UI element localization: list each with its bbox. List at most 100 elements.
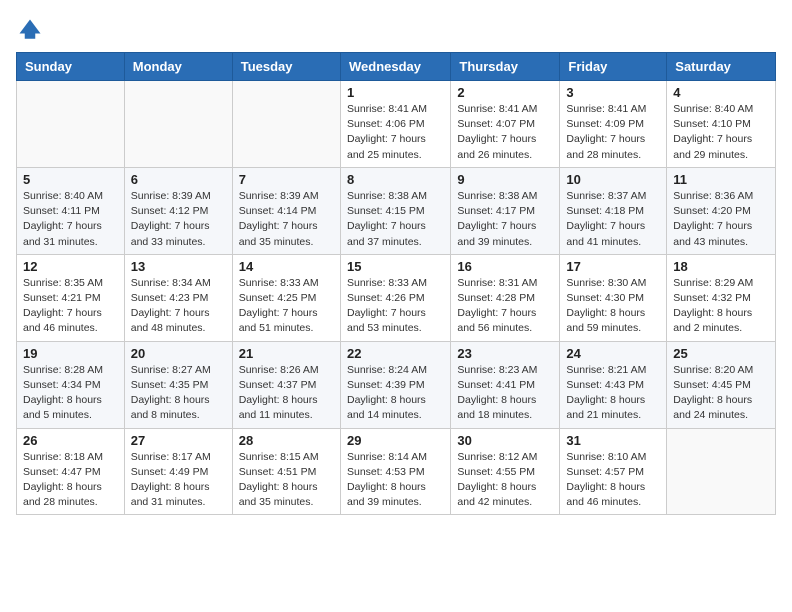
day-cell-30: 30 Sunrise: 8:12 AM Sunset: 4:55 PM Dayli…	[451, 428, 560, 515]
day-number: 5	[23, 172, 118, 187]
day-number: 21	[239, 346, 334, 361]
day-info: Sunrise: 8:39 AM Sunset: 4:14 PM Dayligh…	[239, 189, 334, 250]
day-number: 29	[347, 433, 444, 448]
day-info: Sunrise: 8:34 AM Sunset: 4:23 PM Dayligh…	[131, 276, 226, 337]
day-cell-11: 11Sunrise: 8:36 AM Sunset: 4:20 PM Dayli…	[667, 167, 776, 254]
day-number: 31	[566, 433, 660, 448]
day-info: Sunrise: 8:37 AM Sunset: 4:18 PM Dayligh…	[566, 189, 660, 250]
day-number: 12	[23, 259, 118, 274]
day-cell-27: 27 Sunrise: 8:17 AM Sunset: 4:49 PM Dayli…	[124, 428, 232, 515]
weekday-header-friday: Friday	[560, 53, 667, 81]
day-number: 24	[566, 346, 660, 361]
day-info: Sunrise: 8:35 AM Sunset: 4:21 PM Dayligh…	[23, 276, 118, 337]
day-info: Sunrise: 8:26 AM Sunset: 4:37 PM Dayligh…	[239, 363, 334, 424]
day-number: 17	[566, 259, 660, 274]
day-cell-20: 20 Sunrise: 8:27 AM Sunset: 4:35 PM Dayli…	[124, 341, 232, 428]
day-info: Sunrise: 8:12 AM Sunset: 4:55 PM Dayligh…	[457, 450, 553, 511]
day-info: Sunrise: 8:30 AM Sunset: 4:30 PM Dayligh…	[566, 276, 660, 337]
weekday-header-saturday: Saturday	[667, 53, 776, 81]
day-info: Sunrise: 8:27 AM Sunset: 4:35 PM Dayligh…	[131, 363, 226, 424]
day-info: Sunrise: 8:14 AM Sunset: 4:53 PM Dayligh…	[347, 450, 444, 511]
day-number: 20	[131, 346, 226, 361]
day-cell-21: 21 Sunrise: 8:26 AM Sunset: 4:37 PM Dayli…	[232, 341, 340, 428]
day-cell-29: 29 Sunrise: 8:14 AM Sunset: 4:53 PM Dayli…	[340, 428, 450, 515]
day-info: Sunrise: 8:17 AM Sunset: 4:49 PM Dayligh…	[131, 450, 226, 511]
empty-cell	[667, 428, 776, 515]
day-number: 4	[673, 85, 769, 100]
day-number: 10	[566, 172, 660, 187]
day-cell-23: 23 Sunrise: 8:23 AM Sunset: 4:41 PM Dayli…	[451, 341, 560, 428]
day-number: 23	[457, 346, 553, 361]
day-number: 14	[239, 259, 334, 274]
day-cell-10: 10 Sunrise: 8:37 AM Sunset: 4:18 PM Dayli…	[560, 167, 667, 254]
day-cell-16: 16 Sunrise: 8:31 AM Sunset: 4:28 PM Dayli…	[451, 254, 560, 341]
day-info: Sunrise: 8:40 AM Sunset: 4:11 PM Dayligh…	[23, 189, 118, 250]
day-cell-1: 1 Sunrise: 8:41 AM Sunset: 4:06 PM Daylig…	[340, 81, 450, 168]
day-cell-31: 31 Sunrise: 8:10 AM Sunset: 4:57 PM Dayli…	[560, 428, 667, 515]
day-cell-12: 12 Sunrise: 8:35 AM Sunset: 4:21 PM Dayli…	[17, 254, 125, 341]
day-info: Sunrise: 8:33 AM Sunset: 4:25 PM Dayligh…	[239, 276, 334, 337]
day-cell-2: 2 Sunrise: 8:41 AM Sunset: 4:07 PM Daylig…	[451, 81, 560, 168]
day-number: 3	[566, 85, 660, 100]
day-number: 30	[457, 433, 553, 448]
day-number: 7	[239, 172, 334, 187]
day-cell-14: 14 Sunrise: 8:33 AM Sunset: 4:25 PM Dayli…	[232, 254, 340, 341]
day-number: 9	[457, 172, 553, 187]
day-cell-26: 26Sunrise: 8:18 AM Sunset: 4:47 PM Dayli…	[17, 428, 125, 515]
calendar: SundayMondayTuesdayWednesdayThursdayFrid…	[16, 52, 776, 515]
day-cell-9: 9 Sunrise: 8:38 AM Sunset: 4:17 PM Daylig…	[451, 167, 560, 254]
day-cell-18: 18Sunrise: 8:29 AM Sunset: 4:32 PM Dayli…	[667, 254, 776, 341]
day-cell-5: 5 Sunrise: 8:40 AM Sunset: 4:11 PM Daylig…	[17, 167, 125, 254]
day-info: Sunrise: 8:41 AM Sunset: 4:07 PM Dayligh…	[457, 102, 553, 163]
weekday-header-thursday: Thursday	[451, 53, 560, 81]
day-info: Sunrise: 8:40 AM Sunset: 4:10 PM Dayligh…	[673, 102, 769, 163]
day-number: 27	[131, 433, 226, 448]
weekday-header-sunday: Sunday	[17, 53, 125, 81]
day-number: 2	[457, 85, 553, 100]
day-number: 1	[347, 85, 444, 100]
week-row-3: 12 Sunrise: 8:35 AM Sunset: 4:21 PM Dayli…	[17, 254, 776, 341]
day-info: Sunrise: 8:21 AM Sunset: 4:43 PM Dayligh…	[566, 363, 660, 424]
day-info: Sunrise: 8:10 AM Sunset: 4:57 PM Dayligh…	[566, 450, 660, 511]
day-info: Sunrise: 8:41 AM Sunset: 4:06 PM Dayligh…	[347, 102, 444, 163]
day-number: 13	[131, 259, 226, 274]
empty-cell	[124, 81, 232, 168]
day-info: Sunrise: 8:20 AM Sunset: 4:45 PM Dayligh…	[673, 363, 769, 424]
day-number: 28	[239, 433, 334, 448]
day-info: Sunrise: 8:31 AM Sunset: 4:28 PM Dayligh…	[457, 276, 553, 337]
day-cell-24: 24 Sunrise: 8:21 AM Sunset: 4:43 PM Dayli…	[560, 341, 667, 428]
day-cell-3: 3 Sunrise: 8:41 AM Sunset: 4:09 PM Daylig…	[560, 81, 667, 168]
day-info: Sunrise: 8:24 AM Sunset: 4:39 PM Dayligh…	[347, 363, 444, 424]
day-info: Sunrise: 8:29 AM Sunset: 4:32 PM Dayligh…	[673, 276, 769, 337]
day-number: 11	[673, 172, 769, 187]
day-cell-4: 4 Sunrise: 8:40 AM Sunset: 4:10 PM Daylig…	[667, 81, 776, 168]
day-info: Sunrise: 8:38 AM Sunset: 4:15 PM Dayligh…	[347, 189, 444, 250]
day-number: 6	[131, 172, 226, 187]
week-row-1: 1 Sunrise: 8:41 AM Sunset: 4:06 PM Daylig…	[17, 81, 776, 168]
week-row-5: 26Sunrise: 8:18 AM Sunset: 4:47 PM Dayli…	[17, 428, 776, 515]
empty-cell	[17, 81, 125, 168]
day-info: Sunrise: 8:28 AM Sunset: 4:34 PM Dayligh…	[23, 363, 118, 424]
day-number: 8	[347, 172, 444, 187]
day-number: 16	[457, 259, 553, 274]
day-cell-22: 22 Sunrise: 8:24 AM Sunset: 4:39 PM Dayli…	[340, 341, 450, 428]
day-cell-13: 13 Sunrise: 8:34 AM Sunset: 4:23 PM Dayli…	[124, 254, 232, 341]
day-cell-17: 17 Sunrise: 8:30 AM Sunset: 4:30 PM Dayli…	[560, 254, 667, 341]
weekday-header-row: SundayMondayTuesdayWednesdayThursdayFrid…	[17, 53, 776, 81]
logo-icon	[16, 16, 44, 44]
day-number: 22	[347, 346, 444, 361]
day-number: 25	[673, 346, 769, 361]
day-number: 26	[23, 433, 118, 448]
day-cell-15: 15Sunrise: 8:33 AM Sunset: 4:26 PM Dayli…	[340, 254, 450, 341]
week-row-4: 19Sunrise: 8:28 AM Sunset: 4:34 PM Dayli…	[17, 341, 776, 428]
day-info: Sunrise: 8:23 AM Sunset: 4:41 PM Dayligh…	[457, 363, 553, 424]
day-cell-19: 19Sunrise: 8:28 AM Sunset: 4:34 PM Dayli…	[17, 341, 125, 428]
header	[16, 16, 776, 44]
empty-cell	[232, 81, 340, 168]
weekday-header-monday: Monday	[124, 53, 232, 81]
logo	[16, 16, 48, 44]
day-info: Sunrise: 8:15 AM Sunset: 4:51 PM Dayligh…	[239, 450, 334, 511]
day-cell-6: 6Sunrise: 8:39 AM Sunset: 4:12 PM Daylig…	[124, 167, 232, 254]
day-info: Sunrise: 8:41 AM Sunset: 4:09 PM Dayligh…	[566, 102, 660, 163]
day-info: Sunrise: 8:38 AM Sunset: 4:17 PM Dayligh…	[457, 189, 553, 250]
